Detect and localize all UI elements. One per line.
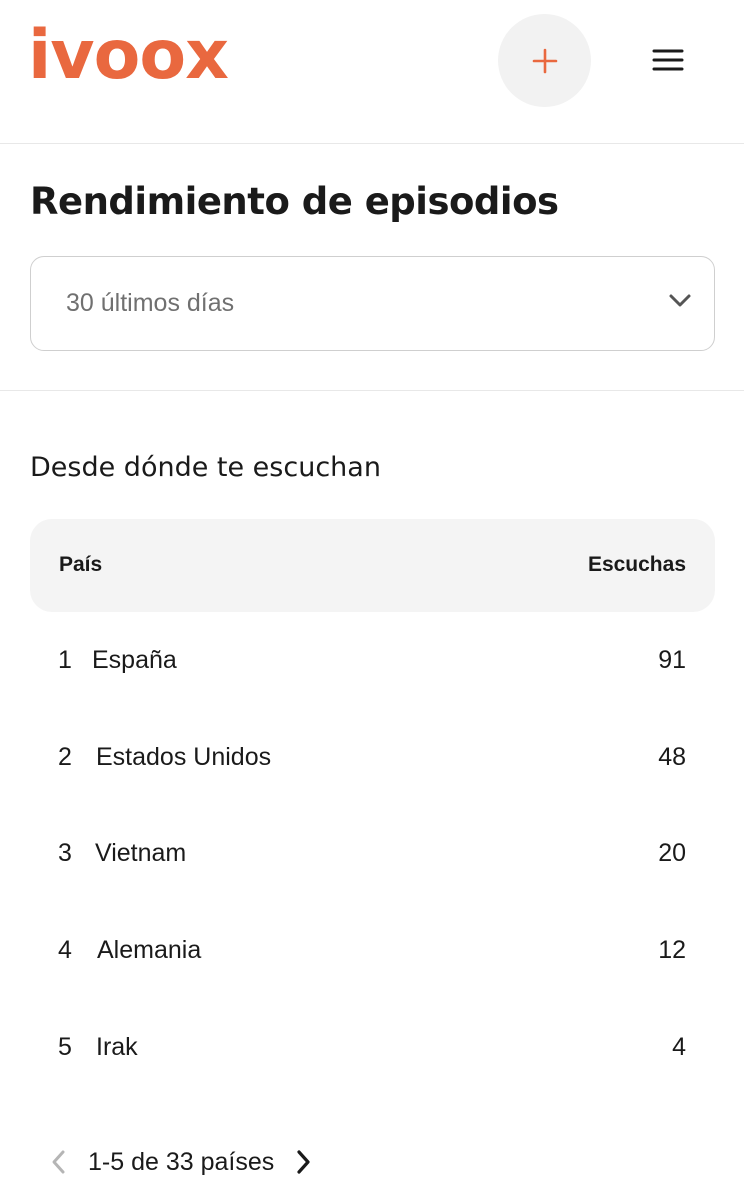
pagination-label: 1-5 de 33 países (88, 1147, 275, 1176)
chevron-down-icon (669, 294, 691, 307)
plus-icon (532, 48, 557, 73)
page: ivoox Rendimiento de episodios 30 último… (0, 0, 744, 1200)
table-row: 2 Estados Unidos 48 (30, 709, 715, 806)
section-divider (0, 390, 744, 391)
menu-button[interactable] (648, 44, 688, 76)
pagination: 1-5 de 33 países (46, 1142, 316, 1182)
row-country: Vietnam (95, 839, 187, 868)
page-title: Rendimiento de episodios (30, 180, 559, 223)
countries-table-body: 1 España 91 2 Estados Unidos 48 3 Vietna… (30, 612, 715, 1095)
period-select-value: 30 últimos días (66, 289, 235, 317)
hamburger-menu-icon (652, 49, 684, 71)
row-listens: 48 (658, 742, 686, 771)
chevron-left-icon (52, 1150, 65, 1174)
chevron-right-icon (297, 1150, 310, 1174)
next-page-button[interactable] (292, 1144, 316, 1180)
table-row: 4 Alemania 12 (30, 902, 715, 999)
row-country: Estados Unidos (96, 742, 272, 771)
row-rank: 2 (58, 742, 72, 771)
row-country: Irak (96, 1032, 138, 1061)
row-listens: 91 (658, 645, 686, 674)
row-listens: 4 (672, 1032, 686, 1061)
header: ivoox (0, 0, 744, 144)
add-button[interactable] (498, 14, 591, 107)
period-select[interactable]: 30 últimos días (30, 256, 715, 351)
row-country: Alemania (97, 935, 202, 964)
previous-page-button[interactable] (46, 1144, 70, 1180)
ivoox-logo[interactable]: ivoox (28, 22, 229, 90)
row-rank: 3 (58, 839, 72, 868)
column-header-listens: Escuchas (587, 553, 686, 576)
row-rank: 5 (58, 1032, 72, 1061)
table-row: 5 Irak 4 (30, 999, 715, 1096)
row-listens: 20 (658, 839, 686, 868)
row-listens: 12 (658, 935, 686, 964)
table-row: 1 España 91 (30, 612, 715, 709)
table-header: País Escuchas (30, 519, 715, 612)
table-row: 3 Vietnam 20 (30, 805, 715, 902)
countries-section-title: Desde dónde te escuchan (30, 452, 381, 483)
row-rank: 1 (58, 645, 72, 674)
column-header-country: País (59, 553, 103, 576)
row-country: España (92, 645, 177, 674)
row-rank: 4 (58, 935, 72, 964)
